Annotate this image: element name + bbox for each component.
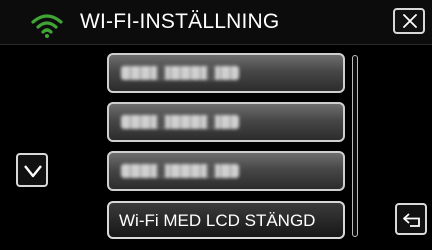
page-title: WI-FI-INSTÄLLNING <box>80 10 280 33</box>
scrollbar[interactable] <box>352 55 358 237</box>
wifi-lcd-off-item[interactable]: Wi-Fi MED LCD STÄNGD <box>107 201 345 239</box>
network-item-1[interactable] <box>107 53 345 93</box>
header-bar: WI-FI-INSTÄLLNING <box>0 0 432 45</box>
network-item-3[interactable] <box>107 151 345 191</box>
wifi-lcd-off-label: Wi-Fi MED LCD STÄNGD <box>119 211 316 230</box>
network-item-2[interactable] <box>107 102 345 142</box>
back-button[interactable] <box>395 203 427 235</box>
obscured-network-name <box>121 115 239 129</box>
scroll-down-button[interactable] <box>16 153 48 187</box>
wifi-icon <box>30 14 64 38</box>
obscured-network-name <box>121 164 239 178</box>
close-button[interactable] <box>393 8 425 34</box>
obscured-network-name <box>121 66 239 80</box>
